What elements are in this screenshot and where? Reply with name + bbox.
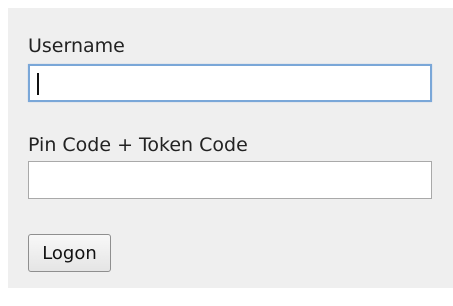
username-label: Username [28, 35, 125, 57]
pin-token-input[interactable] [28, 161, 432, 199]
text-cursor [37, 73, 39, 95]
logon-button[interactable]: Logon [28, 234, 111, 272]
pin-token-label: Pin Code + Token Code [28, 134, 248, 156]
logon-form-panel: Username Pin Code + Token Code Logon [8, 8, 453, 288]
username-input[interactable] [28, 64, 432, 102]
